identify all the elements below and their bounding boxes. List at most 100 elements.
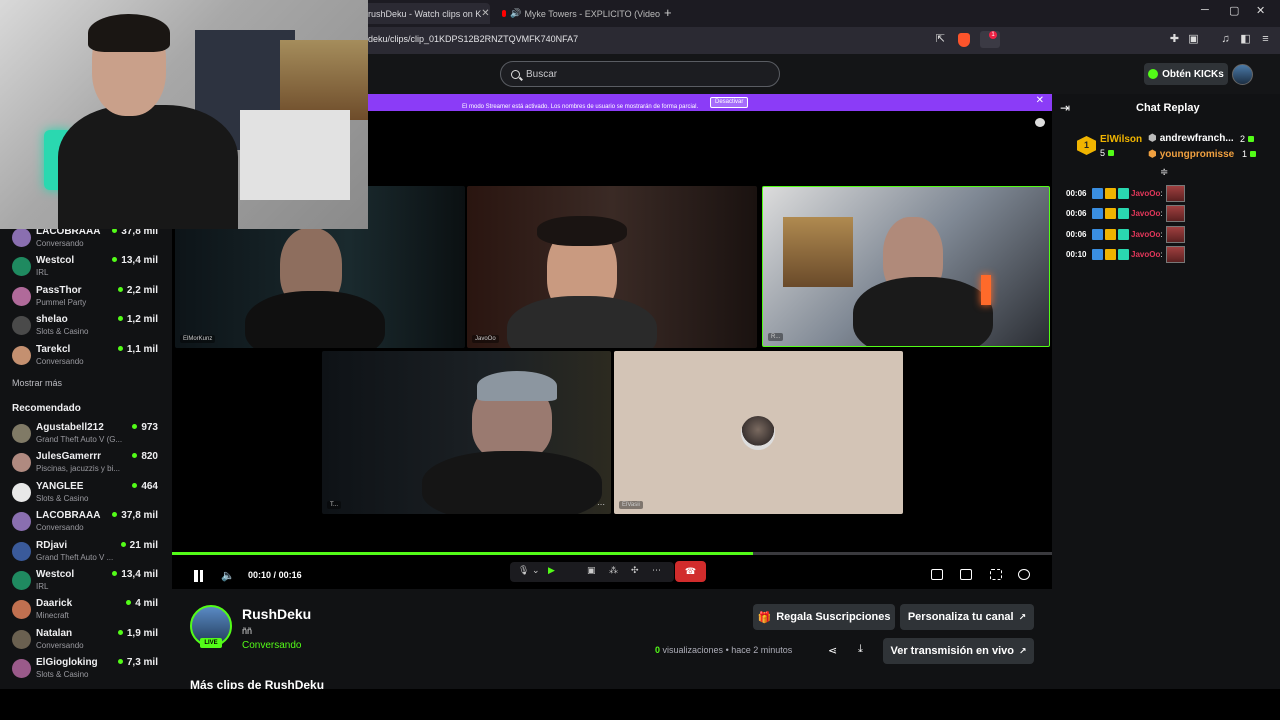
sidebar-channel-item[interactable]: Agustabell212 Grand Theft Auto V (G... 973	[12, 420, 162, 448]
chat-message: 00:06 JavoOo:	[1066, 225, 1185, 243]
chat-username[interactable]: JavoOo	[1131, 209, 1160, 218]
pause-button[interactable]	[193, 570, 204, 582]
verified-badge-icon	[1092, 208, 1103, 219]
minimize-icon[interactable]: ─	[1201, 4, 1209, 16]
get-kicks-button[interactable]: Obtén KICKs	[1144, 63, 1228, 85]
brave-rewards-icon[interactable]: 1	[980, 31, 1000, 48]
channel-category: Slots & Casino	[36, 327, 89, 337]
menu-icon[interactable]: ≡	[1259, 33, 1272, 46]
more-options-icon[interactable]: ⋯	[597, 500, 605, 509]
channel-category: Minecraft	[36, 611, 69, 621]
kick-coin-icon	[1148, 69, 1159, 79]
channel-name: LACOBRAAA	[36, 510, 101, 522]
sub-badge-icon	[1118, 228, 1129, 240]
chat-username[interactable]: JavoOo	[1131, 189, 1160, 198]
channel-category: Conversando	[36, 239, 84, 248]
channel-name[interactable]: RushDeku	[242, 606, 311, 622]
viewer-count: 820	[132, 451, 158, 462]
music-icon[interactable]: ♫	[1219, 33, 1232, 46]
effects-icon[interactable]: ✣	[631, 565, 639, 576]
gifter-name[interactable]: ⬢ youngpromisse	[1148, 149, 1234, 160]
channel-name: Westcol	[36, 255, 75, 267]
new-tab-icon[interactable]: +	[664, 5, 672, 20]
gifter-name[interactable]: ⬢ andrewfranch...	[1148, 133, 1234, 144]
viewer-count: 2,2 mil	[118, 285, 158, 296]
audio-icon[interactable]: 🔊	[510, 8, 521, 19]
sidebar-channel-item[interactable]: ElGiogloking Slots & Casino 7,3 mil	[12, 655, 162, 683]
channel-category: Grand Theft Auto V ...	[36, 552, 114, 562]
more-icon[interactable]: ⋯	[652, 565, 661, 576]
screen-share-icon[interactable]: ▣	[587, 565, 596, 576]
channel-avatar	[12, 571, 31, 590]
chevron-down-icon[interactable]: ⌄	[532, 565, 540, 576]
share-page-icon[interactable]: ⇱	[934, 33, 947, 46]
sidebar-channel-item[interactable]: Daarick Minecraft 4 mil	[12, 596, 162, 624]
theater-mode-icon[interactable]	[960, 569, 972, 580]
settings-icon[interactable]	[1018, 569, 1030, 580]
sidebar-channel-item[interactable]: Tarekcl Conversando 1,1 mil	[12, 342, 162, 370]
participant-name: JavoOo	[472, 335, 499, 343]
message-timestamp: 00:10	[1066, 250, 1087, 259]
participant-avatar	[741, 416, 775, 450]
close-window-icon[interactable]: ✕	[1256, 4, 1265, 17]
channel-name: Westcol	[36, 569, 75, 580]
stream-title: ññ	[242, 626, 253, 636]
chat-bubble-icon[interactable]	[1035, 118, 1045, 127]
miniplayer-icon[interactable]	[931, 569, 943, 580]
url-field[interactable]: deku/clips/clip_01KDPS12B2RNZTQVMFK740NF…	[368, 34, 578, 44]
fullscreen-icon[interactable]	[990, 569, 1002, 580]
grid-layout-icon[interactable]: ⁂	[609, 565, 618, 576]
close-banner-icon[interactable]: ✕	[1036, 95, 1044, 106]
participant-name: ElVasii	[619, 501, 643, 509]
tab-youtube[interactable]: 🔊 Myke Towers - EXPLICITO (Video	[496, 3, 660, 24]
stream-category[interactable]: Conversando	[242, 640, 301, 651]
top-gifter-name[interactable]: ElWilson	[1100, 134, 1142, 145]
deactivate-button[interactable]: Desactivar	[710, 97, 749, 108]
sidebar-channel-item[interactable]: Westcol IRL 13,4 mil	[12, 253, 162, 281]
chat-message: 00:10 JavoOo:	[1066, 246, 1185, 264]
channel-avatar	[12, 424, 31, 443]
gift-icon	[1108, 150, 1115, 156]
channel-avatar	[12, 228, 31, 247]
share-icon[interactable]: ⋖	[828, 644, 837, 657]
sidebar-channel-item[interactable]: JulesGamerrr Piscinas, jacuzzis y bi... 82…	[12, 449, 162, 477]
viewer-count: 973	[132, 422, 158, 433]
sidebar-channel-item[interactable]: LACOBRAAA Conversando 37,8 mil	[12, 508, 162, 536]
watch-live-button[interactable]: Ver transmisión en vivo ↗	[883, 638, 1034, 664]
maximize-icon[interactable]: ▢	[1229, 4, 1239, 17]
channel-avatar	[12, 629, 31, 649]
sidebar-channel-item[interactable]: YANGLEE Slots & Casino 464	[12, 479, 162, 507]
sidebar-channel-item[interactable]: RDjavi Grand Theft Auto V ... 21 mil	[12, 538, 162, 566]
hang-up-button[interactable]: ☎	[675, 561, 706, 582]
close-tab-icon[interactable]: ✕	[481, 8, 489, 19]
gift-subs-button[interactable]: 🎁 Regala Suscripciones	[753, 604, 895, 630]
customize-channel-button[interactable]: Personaliza tu canal ↗	[900, 604, 1034, 630]
sidebar-toggle-icon[interactable]: ◧	[1239, 33, 1252, 46]
progress-bar[interactable]	[172, 552, 1052, 555]
show-more-link[interactable]: Mostrar más	[12, 378, 62, 388]
volume-icon[interactable]: 🔈	[221, 569, 235, 582]
expand-pinned-icon[interactable]: ≑	[1160, 167, 1168, 178]
sidebar-channel-item[interactable]: PassThor Pummel Party 2,2 mil	[12, 283, 162, 311]
search-input[interactable]: Buscar	[500, 61, 780, 87]
brave-shield-icon[interactable]	[958, 33, 970, 47]
channel-name: PassThor	[36, 284, 82, 296]
download-icon[interactable]: ⤓	[858, 643, 863, 656]
chat-username[interactable]: JavoOo	[1131, 230, 1160, 239]
participant-name: T...	[327, 501, 342, 509]
background-light	[981, 275, 991, 305]
sidebar-channel-item[interactable]: shelao Slots & Casino 1,2 mil	[12, 312, 162, 340]
chat-username[interactable]: JavoOo	[1131, 250, 1160, 259]
camera-icon[interactable]: ▶	[548, 565, 555, 576]
collapse-chat-icon[interactable]: ⇥	[1060, 101, 1070, 115]
participant-body	[245, 291, 385, 348]
user-avatar[interactable]	[1232, 64, 1253, 85]
username-separator: :	[1160, 188, 1163, 198]
tab-kick-clip[interactable]: rushDeku - Watch clips on K ✕	[360, 3, 490, 24]
channel-category: Conversando	[36, 640, 84, 650]
wallet-icon[interactable]: ▣	[1187, 33, 1200, 46]
extensions-icon[interactable]: ✚	[1168, 33, 1181, 46]
sidebar-channel-item[interactable]: Natalan Conversando 1,9 mil	[12, 626, 162, 654]
sidebar-channel-item[interactable]: Westcol IRL 13,4 mil	[12, 567, 162, 595]
mic-icon[interactable]: 🎙	[518, 565, 529, 576]
